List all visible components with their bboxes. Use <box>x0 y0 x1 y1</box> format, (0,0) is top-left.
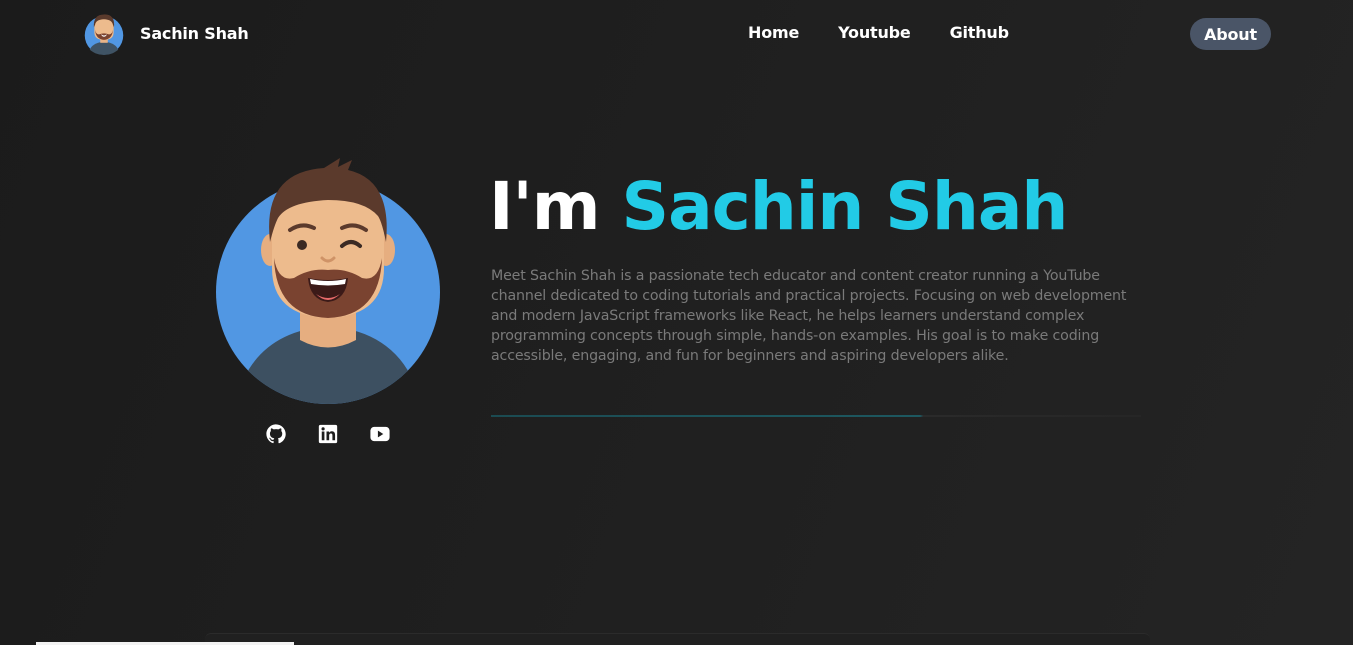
linkedin-icon[interactable] <box>316 423 340 445</box>
nav-links: Home Youtube Github <box>748 23 1048 42</box>
nav-link-home[interactable]: Home <box>748 23 799 42</box>
brand[interactable]: Sachin Shah <box>82 11 249 55</box>
nav-link-github[interactable]: Github <box>950 23 1010 42</box>
bottom-strip <box>205 633 1150 645</box>
social-links <box>264 423 420 445</box>
hero-avatar <box>214 150 442 406</box>
nav-link-youtube[interactable]: Youtube <box>838 23 911 42</box>
navbar: Sachin Shah Home Youtube Github About <box>0 0 1353 68</box>
github-icon[interactable] <box>264 423 288 445</box>
headline-prefix: I'm <box>489 168 601 245</box>
avatar-icon <box>82 11 126 55</box>
headline-name: Sachin Shah <box>621 168 1069 245</box>
hero-headline: I'm Sachin Shah <box>489 168 1069 245</box>
brand-name[interactable]: Sachin Shah <box>140 24 249 43</box>
hero-divider <box>491 415 1141 417</box>
about-button[interactable]: About <box>1190 18 1271 50</box>
youtube-icon[interactable] <box>368 423 392 445</box>
hero-bio: Meet Sachin Shah is a passionate tech ed… <box>491 268 1127 364</box>
